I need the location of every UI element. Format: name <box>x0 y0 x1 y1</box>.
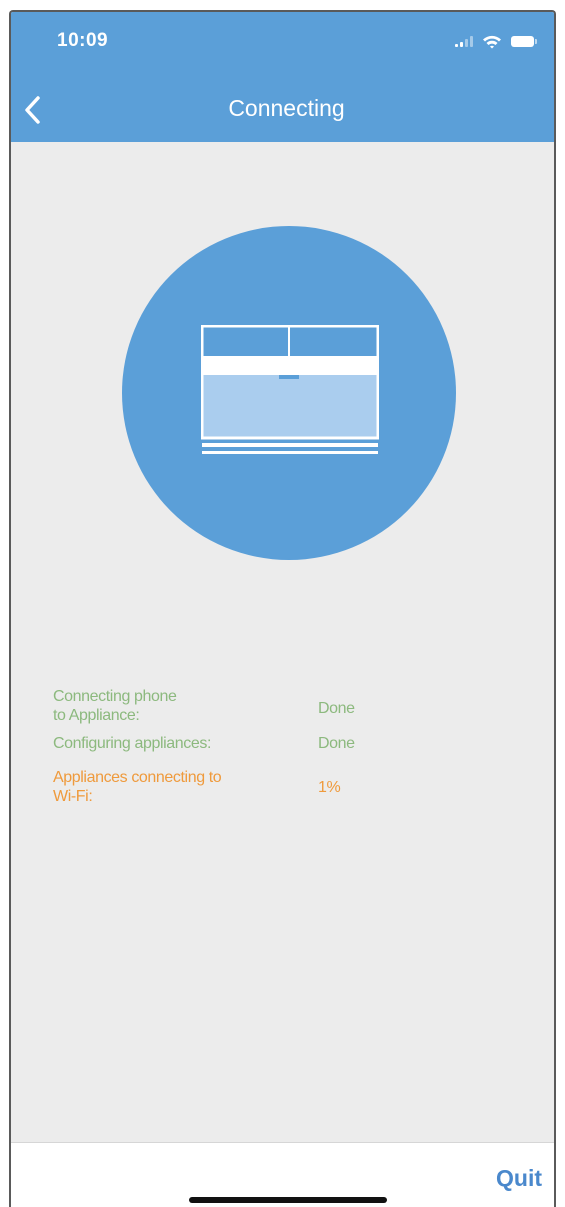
step-wifi: Appliances connecting to Wi-Fi: 1% <box>53 768 473 806</box>
bottom-bar: Quit <box>11 1142 554 1207</box>
quit-button[interactable]: Quit <box>496 1165 542 1192</box>
step-status: Done <box>318 700 355 717</box>
air-conditioner-icon <box>201 325 379 454</box>
page-title: Connecting <box>228 95 345 121</box>
phone-screen: 10:09 Connecting Connecting phone to App… <box>9 10 556 1207</box>
step-label: Appliances connecting to Wi-Fi: <box>53 769 222 805</box>
connection-steps: Connecting phone to Appliance: Done Confi… <box>53 687 473 806</box>
step-connect-phone: Connecting phone to Appliance: Done <box>53 687 473 734</box>
step-label: Configuring appliances: <box>53 735 212 752</box>
signal-icon <box>455 35 473 47</box>
step-label: Connecting phone to Appliance: <box>53 688 177 724</box>
step-progress: 1% <box>318 779 341 796</box>
home-indicator[interactable] <box>189 1197 387 1203</box>
step-configure: Configuring appliances: Done <box>53 734 473 768</box>
battery-icon <box>511 35 537 47</box>
wifi-icon <box>483 35 501 48</box>
step-status: Done <box>318 735 355 752</box>
status-time: 10:09 <box>57 30 109 51</box>
main-content: Connecting phone to Appliance: Done Confi… <box>11 142 554 1142</box>
top-bar: 10:09 Connecting <box>11 12 554 142</box>
appliance-illustration <box>122 226 456 560</box>
status-icons <box>455 33 537 49</box>
